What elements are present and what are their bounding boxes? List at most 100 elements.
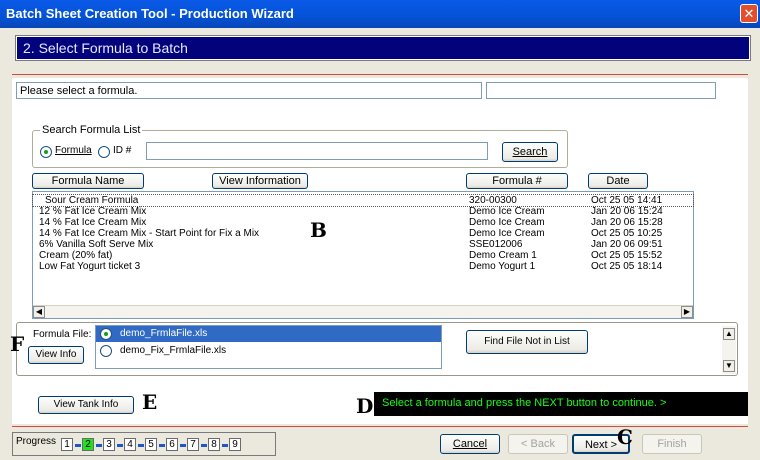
bottom-divider (12, 426, 748, 427)
progress-step: 9 (229, 438, 241, 451)
progress-step: 3 (103, 438, 115, 451)
formula-file-item[interactable]: demo_Fix_FrmlaFile.xls (96, 343, 441, 359)
formula-number-cell: Demo Ice Cream (469, 206, 545, 217)
progress-connector (159, 444, 165, 447)
formula-file-name-1: demo_FrmlaFile.xls (120, 328, 208, 339)
view-tank-info-button[interactable]: View Tank Info (38, 396, 134, 414)
progress-connector (117, 444, 123, 447)
radio-id-indicator[interactable] (98, 146, 110, 158)
formula-date-cell: Oct 25 05 15:52 (591, 250, 663, 261)
formula-file-radio-selected[interactable] (100, 328, 112, 340)
status-message-bar: Select a formula and press the NEXT butt… (374, 392, 748, 416)
window-title-bar: Batch Sheet Creation Tool - Production W… (0, 0, 760, 28)
formula-file-label: Formula File: (33, 329, 92, 340)
formula-list[interactable]: Sour Cream Formula 320-00300 Oct 25 05 14:… (32, 191, 694, 319)
scroll-up-arrow-icon[interactable]: ▲ (723, 328, 735, 340)
formula-date-cell: Jan 20 06 09:51 (591, 239, 663, 250)
formula-number-cell: Demo Ice Cream (469, 217, 545, 228)
scroll-down-arrow-icon[interactable]: ▼ (723, 360, 735, 372)
status-message: Select a formula and press the NEXT butt… (382, 397, 667, 409)
formula-number-cell: 320-00300 (469, 195, 517, 206)
marker-d: D (356, 394, 374, 418)
find-file-label: Find File Not in List (484, 336, 570, 347)
progress-step: 6 (166, 438, 178, 451)
find-file-button[interactable]: Find File Not in List (466, 330, 588, 354)
view-info-button[interactable]: View Info (28, 346, 84, 364)
marker-b: B (310, 218, 327, 242)
marker-f: F (10, 332, 25, 356)
cancel-label: Cancel (452, 438, 488, 450)
formula-number-header-button[interactable]: Formula # (466, 173, 568, 189)
formula-name-header-label: Formula Name (51, 175, 125, 187)
progress-step: 7 (187, 438, 199, 451)
formula-file-radio[interactable] (100, 345, 112, 357)
progress-label: Progress (16, 436, 57, 447)
progress-connector (75, 444, 81, 447)
prompt-message-field: Please select a formula. (16, 82, 482, 99)
formula-number-cell: SSE012006 (469, 239, 523, 250)
date-header-button[interactable]: Date (588, 173, 648, 189)
back-button[interactable]: < Back (508, 434, 568, 454)
search-input[interactable] (146, 142, 488, 160)
back-label: < Back (521, 438, 555, 450)
radio-id-label: ID # (113, 145, 132, 156)
progress-indicator: Progress 123456789 (12, 432, 276, 456)
view-information-label: View Information (219, 175, 301, 187)
progress-connector (222, 444, 228, 447)
close-icon: ✕ (743, 6, 755, 21)
formula-name-cell: Cream (20% fat) (39, 250, 113, 261)
radio-formula-label: Formula (55, 145, 92, 156)
finish-button[interactable]: Finish (642, 434, 702, 454)
view-information-button[interactable]: View Information (212, 173, 308, 189)
marker-c: C (617, 425, 633, 449)
step-title: 2. Select Formula to Batch (23, 40, 188, 56)
search-button[interactable]: Search (502, 142, 558, 162)
window-title: Batch Sheet Creation Tool - Production W… (6, 6, 294, 21)
formula-name-header-button[interactable]: Formula Name (32, 173, 144, 189)
formula-date-cell: Jan 20 06 15:24 (591, 206, 663, 217)
formula-row[interactable]: Sour Cream Formula 320-00300 Oct 25 05 14:… (32, 194, 694, 207)
progress-connector (180, 444, 186, 447)
marker-e: E (142, 390, 158, 414)
progress-step: 5 (145, 438, 157, 451)
progress-connector (201, 444, 207, 447)
formula-row[interactable]: 14 % Fat Ice Cream Mix - Start Point for… (33, 228, 693, 239)
horizontal-scrollbar[interactable]: ◀ ▶ (33, 305, 693, 318)
formula-name-cell: 14 % Fat Ice Cream Mix (39, 217, 147, 228)
view-tank-info-label: View Tank Info (53, 399, 119, 410)
view-info-label: View Info (35, 349, 77, 360)
formula-row[interactable]: 12 % Fat Ice Cream Mix Demo Ice Cream Jan … (33, 206, 693, 217)
formula-date-cell: Jan 20 06 15:28 (591, 217, 663, 228)
scroll-left-arrow-icon[interactable]: ◀ (33, 306, 45, 318)
search-group-label: Search Formula List (40, 124, 143, 136)
formula-number-cell: Demo Yogurt 1 (469, 261, 536, 272)
formula-file-list[interactable]: demo_FrmlaFile.xls demo_Fix_FrmlaFile.xl… (95, 325, 442, 369)
formula-file-item-selected[interactable]: demo_FrmlaFile.xls (96, 326, 441, 342)
formula-name-cell: 12 % Fat Ice Cream Mix (39, 206, 147, 217)
formula-name-cell: 14 % Fat Ice Cream Mix - Start Point for… (39, 228, 260, 239)
progress-step: 1 (61, 438, 73, 451)
formula-number-header-label: Formula # (492, 175, 542, 187)
file-vertical-scrollbar[interactable]: ▲ ▼ (722, 326, 736, 374)
formula-date-cell: Oct 25 05 10:25 (591, 228, 663, 239)
formula-date-cell: Oct 25 05 18:14 (591, 261, 663, 272)
search-button-label: Search (512, 146, 548, 158)
progress-step: 8 (208, 438, 220, 451)
formula-row[interactable]: 6% Vanilla Soft Serve Mix SSE012006 Jan 20… (33, 239, 693, 250)
formula-row[interactable]: 14 % Fat Ice Cream Mix Demo Ice Cream Jan … (33, 217, 693, 228)
formula-date-cell: Oct 25 05 14:41 (591, 195, 663, 206)
formula-name-cell: Low Fat Yogurt ticket 3 (39, 261, 141, 272)
cancel-button[interactable]: Cancel (440, 434, 500, 454)
date-header-label: Date (606, 175, 630, 187)
close-button[interactable]: ✕ (740, 4, 758, 23)
prompt-secondary-field (486, 82, 716, 99)
scroll-right-arrow-icon[interactable]: ▶ (681, 306, 693, 318)
top-divider (12, 74, 748, 75)
formula-row[interactable]: Low Fat Yogurt ticket 3 Demo Yogurt 1 Oct … (33, 261, 693, 272)
progress-connector (138, 444, 144, 447)
formula-row[interactable]: Cream (20% fat) Demo Cream 1 Oct 25 05 15:… (33, 250, 693, 261)
next-label: Next > (584, 439, 618, 451)
radio-formula-indicator[interactable] (40, 146, 52, 158)
progress-step: 2 (82, 438, 94, 451)
progress-step: 4 (124, 438, 136, 451)
